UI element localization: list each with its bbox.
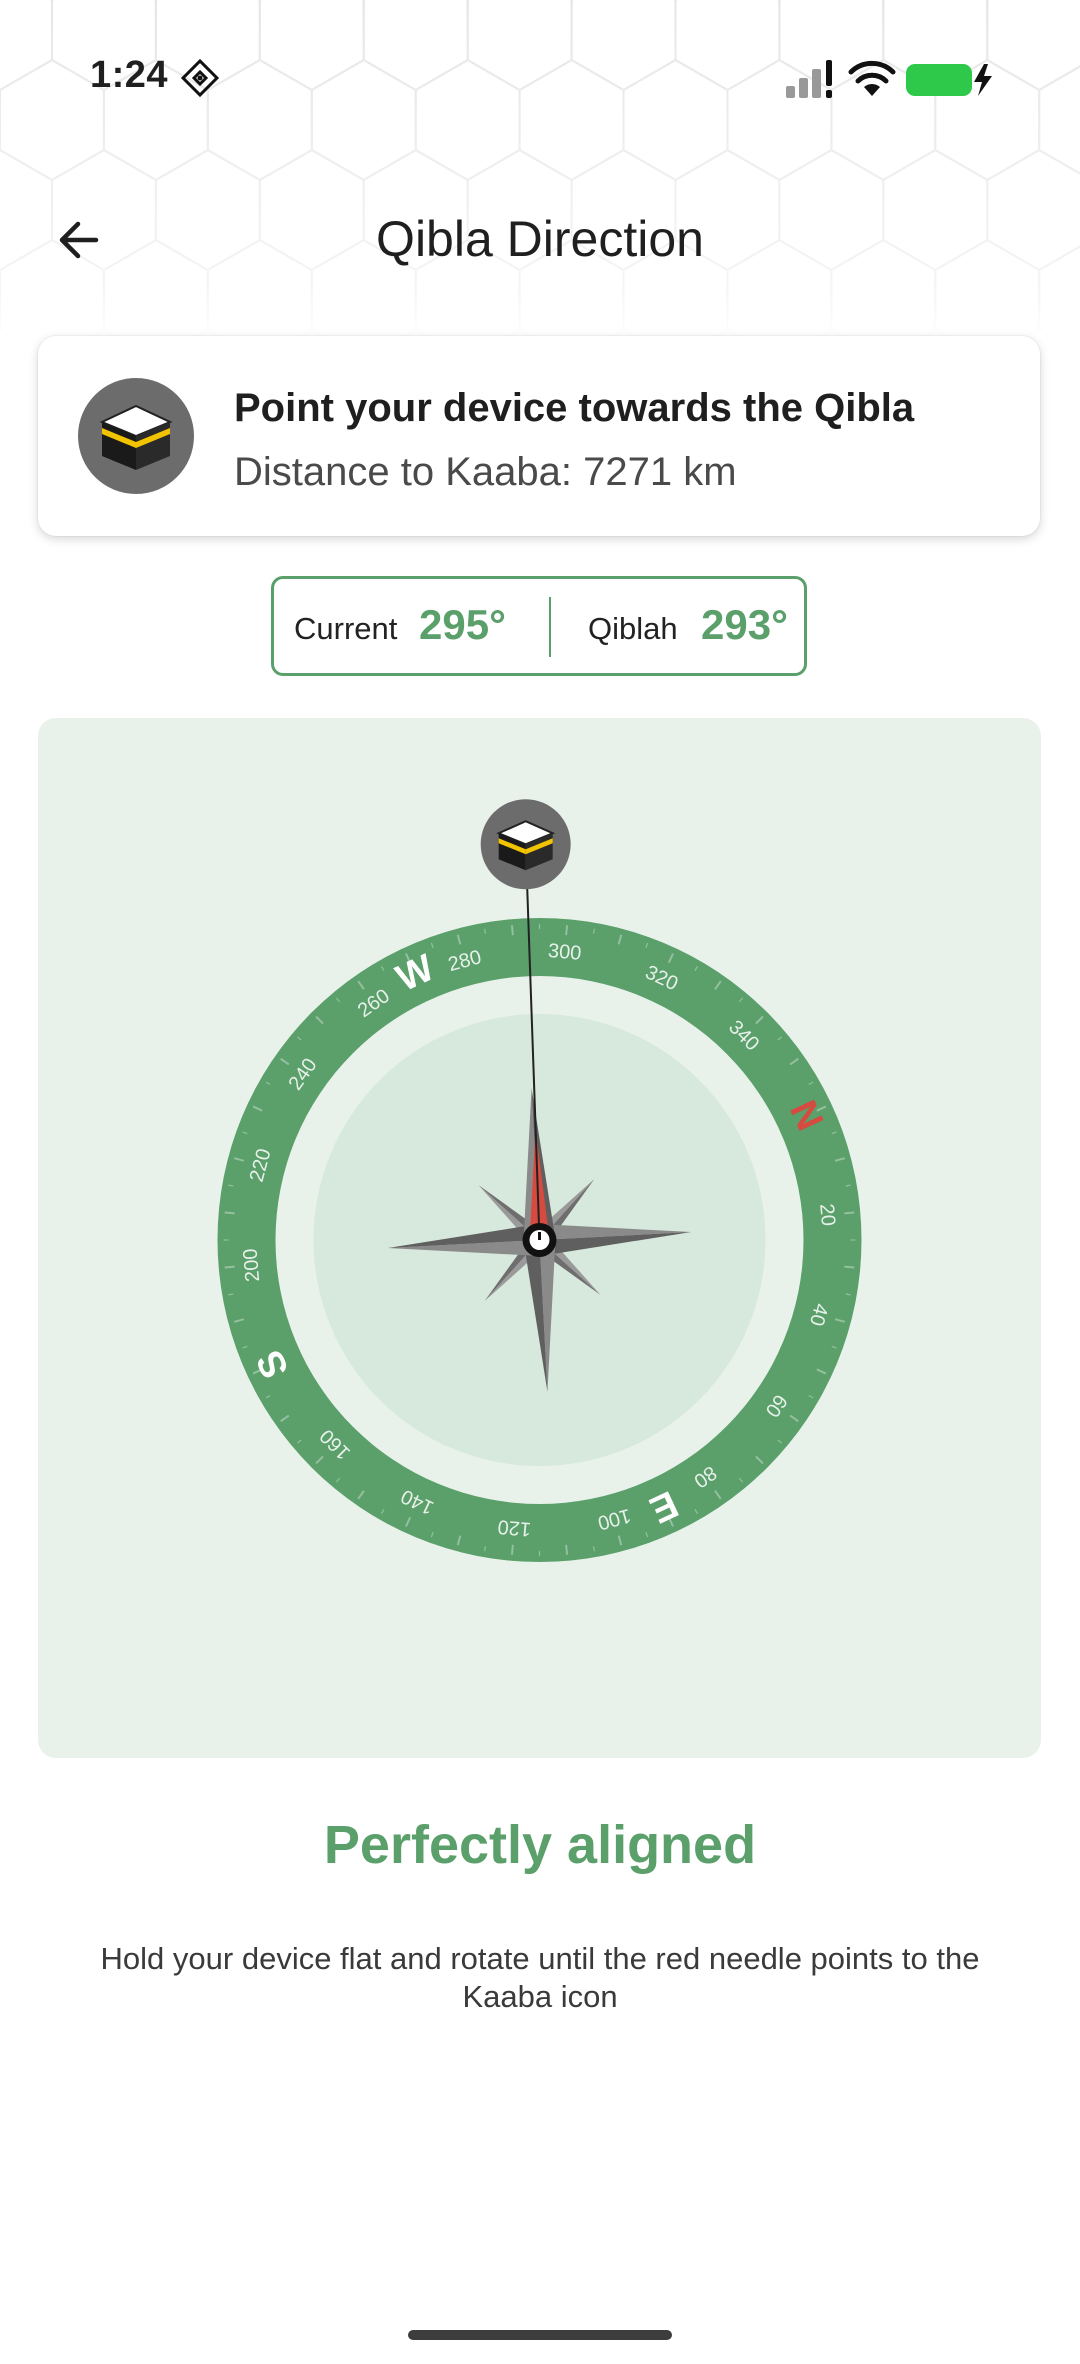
hint-text: Hold your device flat and rotate until t… (100, 1941, 980, 2014)
status-bar: 1:24 (0, 0, 1080, 160)
distance-text: Distance to Kaaba: 7271 km (234, 450, 737, 494)
kaaba-marker-icon (480, 799, 571, 890)
page-title: Qibla Direction (376, 211, 704, 267)
qiblah-label: Qiblah (588, 611, 678, 646)
alignment-status: Perfectly aligned (323, 1815, 757, 1875)
divider (549, 597, 551, 657)
nfc-icon (180, 58, 220, 98)
card-title: Point your device towards the Qibla (234, 386, 915, 430)
home-indicator[interactable] (408, 2330, 672, 2340)
current-value: 295° (419, 601, 506, 648)
compass-panel: 20 40 60 80 100 120 140 160 200 220 240 260 280 300 32… (38, 718, 1041, 1758)
current-label: Current (294, 611, 398, 646)
compass-center-hub (522, 1223, 557, 1257)
compass-dial: 20406080100120140160200220240260280 30032… (217, 799, 862, 1562)
battery-charging-icon (906, 64, 992, 96)
qiblah-value: 293° (701, 601, 788, 648)
degree-label-120: 120 (497, 1515, 532, 1540)
degree-label-200: 200 (239, 1248, 264, 1283)
status-time: 1:24 (90, 54, 169, 96)
info-card: Point your device towards the Qibla Dist… (38, 336, 1040, 536)
wifi-icon (848, 60, 896, 96)
app-header: Qibla Direction (0, 190, 1080, 290)
signal-icon (786, 60, 832, 98)
degree-label-300: 300 (547, 940, 582, 965)
heading-readings: Current 295° Qiblah 293° (271, 576, 807, 676)
degree-label-20: 20 (815, 1203, 839, 1227)
kaaba-icon (78, 378, 194, 494)
